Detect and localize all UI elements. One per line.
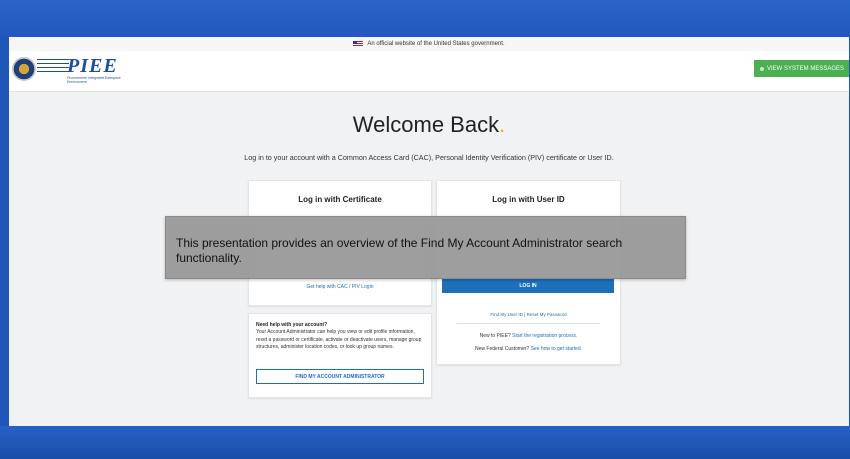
new-to-piee-text: New to PIEE? <box>479 333 511 339</box>
divider <box>457 323 600 324</box>
site-header: PIEE Procurement Integrated Enterprise E… <box>9 51 849 92</box>
page-title-text: Welcome Back <box>352 112 500 137</box>
view-system-messages-label: VIEW SYSTEM MESSAGES <box>767 65 845 72</box>
logo-subtext: Procurement Integrated Enterprise Enviro… <box>67 76 121 84</box>
login-button[interactable]: LOG IN <box>442 278 614 293</box>
registration-line: New to PIEE? Start the registration proc… <box>437 333 620 339</box>
message-icon <box>760 66 764 71</box>
registration-link[interactable]: Start the registration process. <box>512 333 577 339</box>
find-user-id-link[interactable]: Find My User ID <box>490 312 523 317</box>
slide-background-top <box>0 0 850 37</box>
browser-screenshot: An official website of the United States… <box>9 37 849 426</box>
find-account-administrator-button[interactable]: FIND MY ACCOUNT ADMINISTRATOR <box>256 369 424 384</box>
help-card-title: Need help with your account? <box>256 322 328 328</box>
dod-seal-icon <box>12 57 36 81</box>
presentation-caption-text: This presentation provides an overview o… <box>176 236 623 265</box>
help-card-body: Your Account Administrator can help you … <box>256 329 422 350</box>
userid-links: Find My User ID | Reset My Password <box>437 312 620 317</box>
gov-banner-text: An official website of the United States… <box>367 41 505 47</box>
cac-piv-help-link[interactable]: Get help with CAC / PIV Login <box>249 284 431 290</box>
page-title: Welcome Back. <box>9 112 849 138</box>
gov-banner: An official website of the United States… <box>9 37 849 51</box>
federal-customer-line: New Federal Customer? See how to get sta… <box>437 346 620 352</box>
piee-logo[interactable]: PIEE <box>67 55 118 78</box>
reset-password-link[interactable]: Reset My Password <box>527 312 567 317</box>
view-system-messages-button[interactable]: VIEW SYSTEM MESSAGES <box>754 60 849 77</box>
slide-background-bottom <box>0 426 850 459</box>
page-subtitle: Log in to your account with a Common Acc… <box>244 153 614 162</box>
us-flag-icon <box>353 41 364 47</box>
get-started-link[interactable]: See how to get started. <box>531 346 582 352</box>
page-title-dot: . <box>499 112 506 137</box>
logo-stripes <box>37 59 69 73</box>
account-help-card: Need help with your account? Your Accoun… <box>248 313 432 398</box>
presentation-caption-box: This presentation provides an overview o… <box>165 216 686 279</box>
userid-card-title: Log in with User ID <box>492 195 565 204</box>
federal-customer-text: New Federal Customer? <box>475 346 530 352</box>
certificate-card-title: Log in with Certificate <box>298 195 382 204</box>
